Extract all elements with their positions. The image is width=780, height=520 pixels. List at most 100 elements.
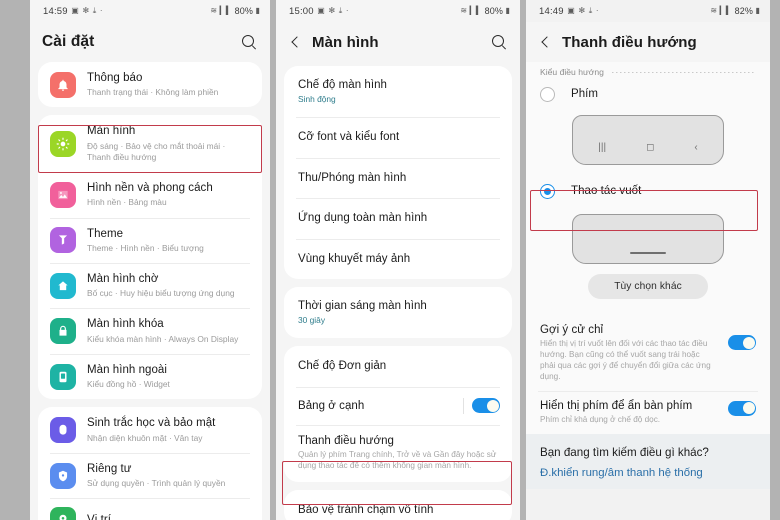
status-bar-left: 14:49 ▣ ✻ ⤓ · [539,6,599,17]
display-group-4: Bảo vệ tránh chạm vô tình [284,489,512,520]
list-item-text: Chế độ màn hình Sinh động [298,78,500,105]
list-item-subtitle: Nhận diện khuôn mặt · Vân tay [87,432,203,443]
list-item-title: Bảng ở cạnh [298,399,365,412]
list-item-text: Thông báo Thanh trạng thái · Không làm p… [87,71,250,98]
divider [463,397,464,414]
back-icon[interactable] [288,34,304,50]
list-item-keyboard-hide-button[interactable]: Hiển thị phím để ẩn bàn phím Phím chỉ kh… [526,390,770,434]
sidebar-item-theme[interactable]: Theme Theme · Hình nền · Biểu tượng [38,217,262,263]
more-options-button[interactable]: Tùy chọn khác [588,274,708,299]
display-settings-list[interactable]: Chế độ màn hình Sinh động Cỡ font và kiể… [276,66,520,520]
sidebar-item-home-screen[interactable]: Màn hình chờ Bố cục · Huy hiệu biểu tượn… [38,262,262,308]
sidebar-item-location[interactable]: Vị trí [38,498,262,520]
settings-group-security: Sinh trắc học và bảo mật Nhận diện khuôn… [38,407,262,520]
status-time: 15:00 [289,5,314,17]
status-bar-right: ≋ ▎▍ 82% ▮ [710,6,760,16]
radio-option-label: Phím [571,88,599,101]
navigation-preview-buttons: ||| ◻ ‹ [572,115,724,165]
list-item-text: Chế độ Đơn giản [298,359,500,373]
list-item-text: Bảng ở cạnh [298,399,457,413]
image-icon: ▣ [71,6,79,15]
list-item-title: Hình nền và phong cách [87,182,213,195]
search-icon[interactable] [490,33,508,51]
sidebar-item-display[interactable]: Màn hình Độ sáng · Bảo vệ cho mắt thoải … [38,115,262,172]
phone-panel-settings: 14:59 ▣ ✻ ⤓ · ≋ ▎▍ 80% ▮ Cài đặt Thông b… [30,0,270,520]
wallpaper-icon [50,181,76,208]
section-label-text: Kiểu điều hướng [540,67,604,77]
navigation-preview-gesture [572,214,724,264]
sidebar-item-biometrics[interactable]: Sinh trắc học và bảo mật Nhận diện khuôn… [38,407,262,452]
radio-button-unselected[interactable] [540,87,555,102]
wifi-icon: ≋ [710,6,718,15]
wifi-icon: ≋ [210,6,218,15]
status-bar: 15:00 ▣ ✻ ⤓ · ≋ ▎▍ 80% ▮ [276,0,520,22]
theme-icon [50,227,76,254]
battery-icon: ▮ [505,6,510,15]
sidebar-item-privacy[interactable]: Riêng tư Sử dụng quyền · Trình quản lý q… [38,452,262,498]
status-bar-left: 15:00 ▣ ✻ ⤓ · [289,6,349,17]
list-item-easy-mode[interactable]: Chế độ Đơn giản [284,346,512,386]
page-title: Thanh điều hướng [562,33,697,51]
list-item-screen-zoom[interactable]: Thu/Phóng màn hình [284,157,512,198]
settings-group-notifications: Thông báo Thanh trạng thái · Không làm p… [38,62,262,108]
list-item-gesture-hints[interactable]: Gợi ý cử chỉ Hiển thị vị trí vuốt lên đố… [526,315,770,391]
download-icon: ⤓ [588,6,593,15]
list-item-text: Vùng khuyết máy ảnh [298,252,500,266]
list-item-navigation-bar[interactable]: Thanh điều hướng Quản lý phím Trang chín… [284,424,512,482]
list-item-title: Ứng dụng toàn màn hình [298,212,428,225]
footer-link[interactable]: Đ.khiển rung/âm thanh hệ thống [540,467,756,479]
back-icon: ‹ [694,142,698,153]
list-item-subtitle: Thanh trạng thái · Không làm phiền [87,87,219,98]
image-icon: ▣ [567,6,575,15]
gesture-hints-toggle[interactable] [728,335,756,350]
list-item-title: Riêng tư [87,462,132,475]
sidebar-item-cover-screen[interactable]: Màn hình ngoài Kiểu đồng hồ · Widget [38,353,262,399]
edge-panels-toggle[interactable] [472,398,500,414]
list-item-accidental-touch[interactable]: Bảo vệ tránh chạm vô tình [284,490,512,520]
navigation-switches-section: Gợi ý cử chỉ Hiển thị vị trí vuốt lên đố… [526,315,770,434]
radio-button-selected[interactable] [540,184,555,199]
list-item-title: Vùng khuyết máy ảnh [298,252,411,265]
list-item-title: Hiển thị phím để ẩn bàn phím [540,399,693,412]
status-bar-left: 14:59 ▣ ✻ ⤓ · [43,6,103,17]
list-item-title: Sinh trắc học và bảo mật [87,417,216,430]
screenshot-stage: 14:59 ▣ ✻ ⤓ · ≋ ▎▍ 80% ▮ Cài đặt Thông b… [0,0,780,520]
keyboard-hide-toggle[interactable] [728,400,756,416]
download-icon: ⤓ [338,6,343,15]
list-item-title: Thông báo [87,72,143,84]
list-item-text: Hiển thị phím để ẩn bàn phím Phím chỉ kh… [540,399,720,426]
list-item-fullscreen-apps[interactable]: Ứng dụng toàn màn hình [284,198,512,238]
list-item-title: Chế độ Đơn giản [298,360,387,373]
status-bar: 14:49 ▣ ✻ ⤓ · ≋ ▎▍ 82% ▮ [526,0,770,22]
wifi-icon: ≋ [460,6,468,15]
list-item-subtitle: Hiển thị vị trí vuốt lên đối với các tha… [540,339,711,381]
radio-option-buttons[interactable]: Phím [526,80,770,109]
sidebar-item-lock-screen[interactable]: Màn hình khóa Kiểu khóa màn hình · Alway… [38,308,262,353]
status-bar-right: ≋ ▎▍ 80% ▮ [460,6,510,16]
list-item-text: Thu/Phóng màn hình [298,171,500,185]
list-item-text: Cỡ font và kiểu font [298,130,500,144]
display-group-2: Thời gian sáng màn hình 30 giây [284,286,512,339]
search-icon[interactable] [240,33,258,51]
back-icon[interactable] [538,34,554,50]
home-icon [50,272,76,299]
gear-icon: ✻ [82,6,90,15]
list-item-title: Màn hình ngoài [87,363,167,376]
list-item-camera-cutout[interactable]: Vùng khuyết máy ảnh [284,238,512,279]
list-item-title: Thanh điều hướng [298,434,394,447]
page-title: Màn hình [312,33,379,51]
battery-level: 82% [734,6,753,16]
page-title: Cài đặt [42,33,95,50]
status-bar-right: ≋ ▎▍ 80% ▮ [210,6,260,16]
list-item-title: Vị trí [87,513,250,520]
list-item-edge-panels[interactable]: Bảng ở cạnh [284,386,512,425]
list-item-subtitle: 30 giây [298,315,326,326]
list-item-screen-mode[interactable]: Chế độ màn hình Sinh động [284,66,512,117]
list-item[interactable]: Thông báo Thanh trạng thái · Không làm p… [38,62,262,107]
settings-list[interactable]: Thông báo Thanh trạng thái · Không làm p… [30,62,270,520]
list-item-screen-timeout[interactable]: Thời gian sáng màn hình 30 giây [284,287,512,338]
list-item-font[interactable]: Cỡ font và kiểu font [284,117,512,157]
sidebar-item-wallpaper[interactable]: Hình nền và phong cách Hình nền · Bảng m… [38,172,262,217]
list-item-text: Sinh trắc học và bảo mật Nhận diện khuôn… [87,416,250,443]
radio-option-gestures[interactable]: Thao tác vuốt [526,175,770,208]
